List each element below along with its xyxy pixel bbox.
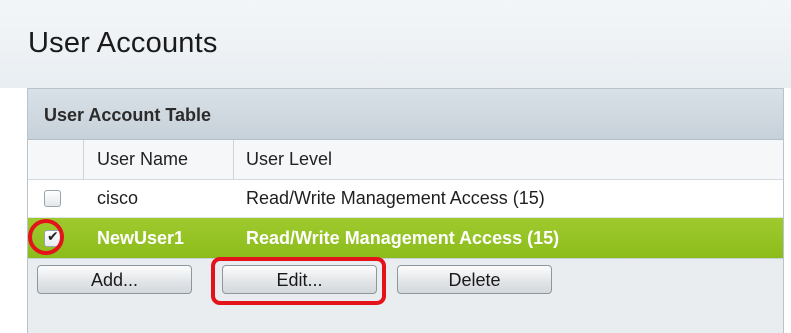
table-title-bar: User Account Table [28,89,783,140]
page-header: User Accounts [0,0,791,88]
table-header-row: User Name User Level [28,140,783,180]
table-row[interactable]: cisco Read/Write Management Access (15) [28,180,783,218]
user-level-cell: Read/Write Management Access (15) [246,188,545,208]
edit-button-highlight-annotation [211,257,386,305]
column-header-user-name: User Name [97,149,189,169]
column-header-user-level: User Level [246,149,333,169]
table-row-selected[interactable]: ✔ NewUser1 Read/Write Management Access … [28,218,783,258]
add-button[interactable]: Add... [37,265,192,294]
user-level-cell: Read/Write Management Access (15) [246,228,560,248]
table-title: User Account Table [44,105,212,125]
table-button-bar: Add... Edit... Delete [28,258,783,333]
user-accounts-page: User Accounts User Account Table User Na… [0,0,791,333]
checkbox-highlight-annotation [28,219,64,255]
user-account-table: User Account Table User Name User Level … [27,88,784,333]
row-checkbox-cisco[interactable] [44,190,61,207]
column-divider [233,140,234,179]
delete-button[interactable]: Delete [397,265,552,294]
user-name-cell: cisco [97,188,139,208]
page-title: User Accounts [28,27,218,59]
column-divider [83,140,84,179]
user-name-cell: NewUser1 [97,228,185,248]
